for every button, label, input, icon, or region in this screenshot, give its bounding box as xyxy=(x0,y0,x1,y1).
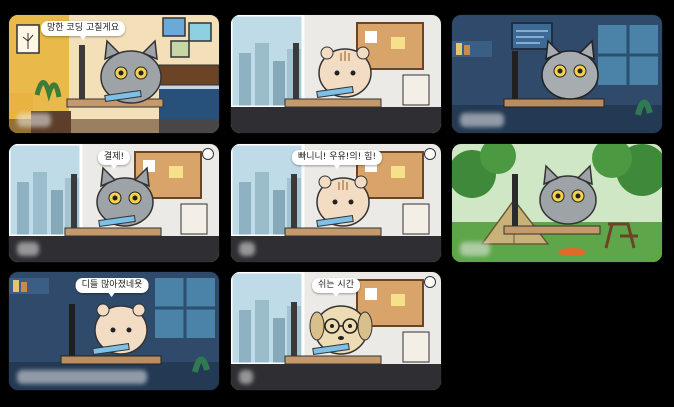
corner-circle-icon xyxy=(424,148,436,160)
sticker-card-6[interactable] xyxy=(452,144,662,262)
sticker-card-8[interactable]: 쉬는 시간 xyxy=(231,272,441,390)
blurred-label xyxy=(239,370,253,384)
sticker-card-1[interactable]: 망한 코딩 고칠게요 xyxy=(9,15,219,133)
sticker-card-5[interactable]: 빠니니! 우유!의! 힘! xyxy=(231,144,441,262)
speech-bubble: 쉬는 시간 xyxy=(312,278,360,297)
sticker-card-2[interactable] xyxy=(231,15,441,133)
blurred-label xyxy=(17,370,147,384)
speech-bubble: 결제! xyxy=(97,150,131,169)
sticker-card-7[interactable]: 디들 많아졌네욧 xyxy=(9,272,219,390)
sticker-card-4[interactable]: 결제! xyxy=(9,144,219,262)
speech-bubble: 빠니니! 우유!의! 힘! xyxy=(291,150,383,169)
corner-circle-icon xyxy=(424,276,436,288)
blurred-label xyxy=(17,113,51,127)
blurred-label xyxy=(460,113,504,127)
hamster-at-desk-2 xyxy=(284,43,382,108)
blurred-label xyxy=(239,242,255,256)
blurred-label xyxy=(17,242,39,256)
speech-bubble: 망한 코딩 고칠게요 xyxy=(41,21,125,40)
corner-circle-icon xyxy=(202,148,214,160)
speech-bubble: 디들 많아졌네욧 xyxy=(75,278,149,297)
blurred-label xyxy=(460,242,490,256)
sticker-card-3[interactable] xyxy=(452,15,662,133)
